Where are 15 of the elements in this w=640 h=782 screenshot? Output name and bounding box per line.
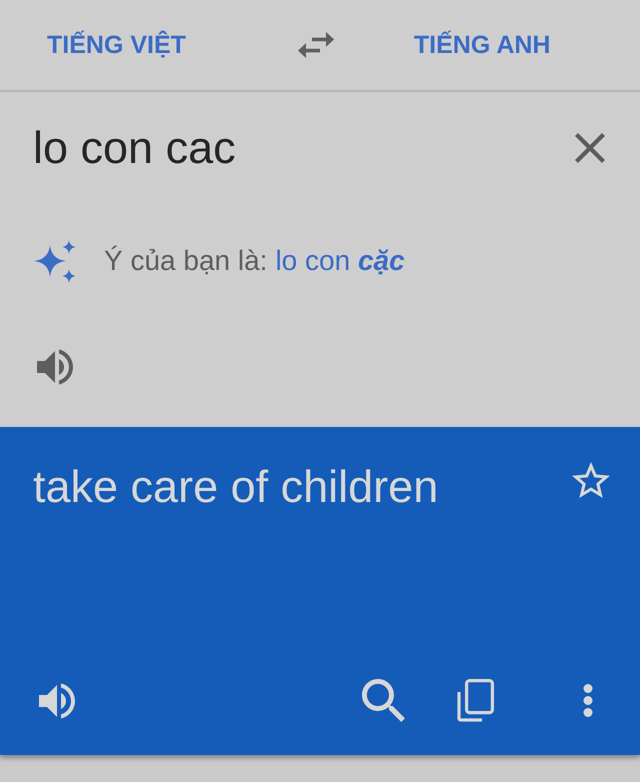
swap-languages-icon[interactable]	[298, 32, 334, 58]
speaker-icon[interactable]	[39, 682, 75, 718]
more-options-icon[interactable]	[583, 684, 593, 717]
did-you-mean-label: Ý của bạn là:	[104, 245, 268, 277]
source-language-button[interactable]: TIẾNG VIỆT	[47, 30, 186, 60]
speaker-icon[interactable]	[37, 349, 73, 385]
copy-icon[interactable]	[457, 679, 494, 722]
sparkle-icon	[34, 240, 76, 282]
close-icon[interactable]	[575, 133, 605, 163]
source-text-field[interactable]: lo con cac	[33, 122, 513, 174]
suggestion-link[interactable]: lo con cặc	[275, 245, 405, 277]
target-language-button[interactable]: TIẾNG ANH	[414, 30, 550, 60]
search-icon[interactable]	[362, 679, 405, 722]
translation-text: take care of children	[33, 461, 438, 513]
star-icon[interactable]	[572, 462, 610, 498]
